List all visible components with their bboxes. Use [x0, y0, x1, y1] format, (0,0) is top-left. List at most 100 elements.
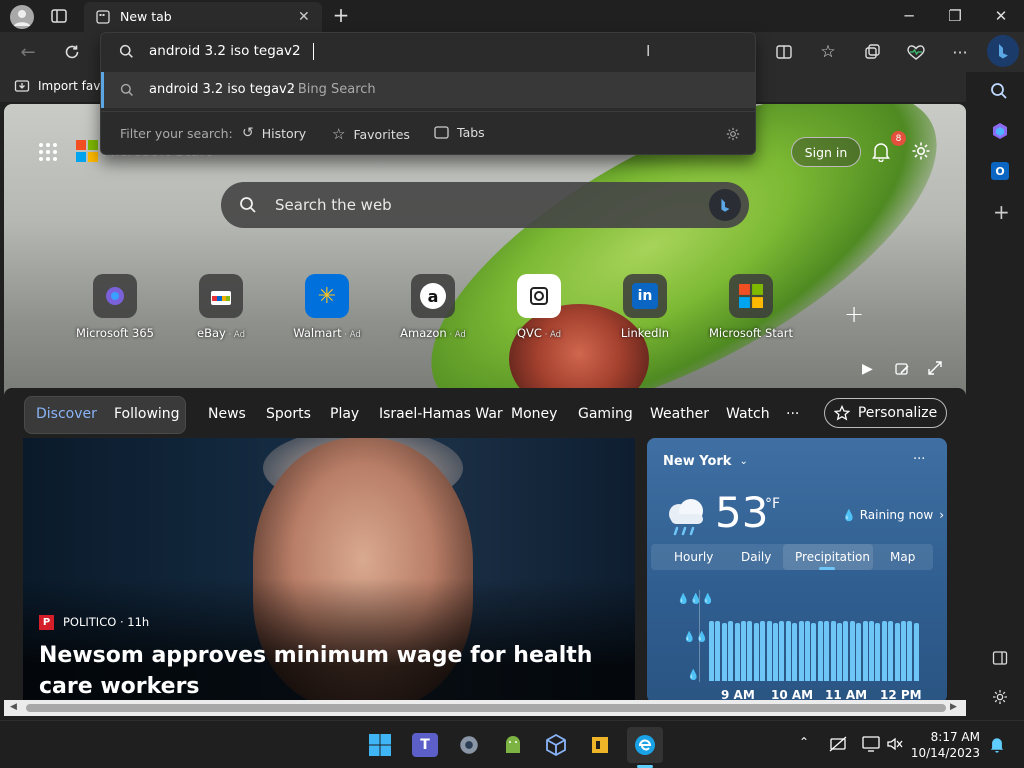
notifications-bell-icon[interactable] — [870, 140, 892, 162]
horizontal-scrollbar[interactable]: ◀ ▶ — [4, 700, 966, 716]
weather-tab-hourly[interactable]: Hourly — [674, 550, 713, 564]
tab-close-icon[interactable]: ✕ — [298, 9, 310, 25]
precip-bar — [856, 623, 862, 681]
sidebar-outlook-icon[interactable]: O — [991, 162, 1009, 180]
app-launcher-icon[interactable] — [38, 142, 58, 162]
teams-app-icon[interactable]: T — [407, 727, 443, 763]
weather-location[interactable]: New York ⌄ — [663, 454, 748, 469]
weather-tab-daily[interactable]: Daily — [741, 550, 771, 564]
display-icon[interactable] — [862, 736, 880, 752]
quicklink-walmart[interactable]: ✳ Walmart · Ad — [272, 274, 382, 344]
nav-news[interactable]: News — [208, 406, 246, 422]
system-clock[interactable]: 8:17 AM 10/14/2023 — [908, 729, 980, 761]
network-icon[interactable] — [829, 736, 847, 752]
quicklink-amazon[interactable]: a Amazon · Ad — [378, 274, 488, 344]
filter-favorites-button[interactable]: ☆ Favorites — [332, 125, 410, 143]
sidebar-copilot-icon[interactable] — [991, 122, 1009, 140]
weather-more-icon[interactable]: ··· — [913, 452, 925, 467]
nav-gaming[interactable]: Gaming — [578, 406, 633, 422]
horizontal-scrollbar-thumb[interactable] — [26, 704, 946, 712]
suggestion-search-icon — [120, 83, 134, 97]
sidebar-settings-icon[interactable] — [991, 688, 1009, 706]
sidebar-search-icon[interactable] — [990, 82, 1008, 100]
scroll-right-icon[interactable]: ▶ — [950, 702, 957, 712]
page-settings-icon[interactable] — [910, 140, 932, 162]
address-input[interactable]: android 3.2 iso tegav2 — [149, 43, 301, 59]
quicklink-qvc[interactable]: QVC · Ad — [484, 274, 594, 344]
add-quicklink-button[interactable]: + — [844, 300, 864, 328]
sidebar-hide-icon[interactable] — [992, 650, 1008, 666]
search-settings-icon[interactable] — [725, 126, 741, 142]
top-story-card[interactable]: P POLITICO · 11h Newsom approves minimum… — [23, 438, 635, 703]
filter-tabs-button[interactable]: Tabs — [434, 125, 485, 140]
new-tab-icon — [96, 10, 110, 24]
import-favorites-link[interactable]: Import favo — [38, 79, 108, 93]
nav-watch[interactable]: Watch — [726, 406, 770, 422]
weather-card[interactable]: New York ⌄ ··· 53 °F 💧 Raining now › Hou… — [647, 438, 947, 703]
story-headline[interactable]: Newsom approves minimum wage for health … — [39, 640, 619, 702]
weather-tab-map[interactable]: Map — [890, 550, 915, 564]
quicklink-microsoft-start[interactable]: Microsoft Start — [696, 274, 806, 344]
tab-title: New tab — [120, 9, 172, 24]
scroll-left-icon[interactable]: ◀ — [10, 702, 17, 712]
android-studio-icon[interactable] — [495, 727, 531, 763]
notification-center-icon[interactable] — [988, 735, 1006, 753]
quicklink-ebay[interactable]: eBay · Ad — [166, 274, 276, 344]
refresh-button[interactable] — [55, 35, 89, 69]
more-menu-icon[interactable]: ··· — [943, 35, 977, 69]
tab-new-tab[interactable]: New tab ✕ — [84, 2, 322, 32]
settings-app-icon[interactable] — [451, 727, 487, 763]
bing-chat-icon[interactable] — [709, 189, 741, 221]
nav-weather[interactable]: Weather — [650, 406, 709, 422]
personalize-button[interactable]: Personalize — [824, 398, 947, 428]
virtualbox-icon[interactable] — [538, 727, 574, 763]
precip-bar — [894, 623, 900, 681]
collections-icon[interactable] — [855, 35, 889, 69]
qvc-icon — [517, 274, 561, 318]
search-suggestion[interactable]: android 3.2 iso tegav2 - Bing Search — [101, 72, 755, 108]
weather-tab-precipitation[interactable]: Precipitation — [795, 550, 870, 564]
sidebar-add-icon[interactable]: + — [993, 200, 1010, 224]
file-explorer-icon[interactable] — [582, 727, 618, 763]
back-button[interactable]: ← — [11, 35, 45, 69]
copilot-icon[interactable] — [987, 35, 1019, 67]
start-button[interactable] — [362, 727, 398, 763]
nav-play[interactable]: Play — [330, 406, 359, 422]
close-window-button[interactable]: ✕ — [978, 0, 1024, 32]
browser-essentials-icon[interactable] — [899, 35, 933, 69]
nav-more-icon[interactable]: ··· — [786, 406, 799, 422]
nav-israel-hamas-war[interactable]: Israel-Hamas War — [379, 406, 503, 422]
nav-money[interactable]: Money — [511, 406, 557, 422]
profile-avatar[interactable] — [10, 5, 34, 29]
suggestion-query: android 3.2 iso tegav2 — [149, 82, 296, 97]
weather-unit[interactable]: °F — [765, 496, 780, 512]
precip-bar — [881, 621, 887, 681]
web-search-box[interactable]: Search the web — [221, 182, 749, 228]
sign-in-button[interactable]: Sign in — [791, 137, 861, 167]
new-tab-button[interactable]: + — [330, 4, 352, 26]
edge-app-icon[interactable] — [627, 727, 663, 763]
nav-sports[interactable]: Sports — [266, 406, 311, 422]
weather-temperature: 53 — [715, 488, 769, 537]
minimize-button[interactable]: ─ — [886, 0, 932, 32]
edit-background-icon[interactable] — [894, 361, 910, 377]
restore-button[interactable]: ❐ — [932, 0, 978, 32]
nav-following[interactable]: Following — [114, 406, 180, 422]
tab-actions-icon[interactable] — [50, 7, 68, 25]
speaker-muted-icon[interactable] — [886, 736, 904, 752]
show-hidden-icons-icon[interactable]: ⌃ — [799, 735, 809, 749]
quicklink-microsoft-365[interactable]: Microsoft 365 — [60, 274, 170, 344]
favorites-icon[interactable]: ☆ — [811, 35, 845, 69]
play-background-icon[interactable]: ▶ — [862, 361, 873, 377]
expand-icon[interactable] — [928, 361, 942, 375]
split-screen-icon[interactable] — [767, 35, 801, 69]
precip-bar — [805, 621, 810, 681]
chevron-down-icon: ⌄ — [739, 456, 748, 467]
new-tab-page: Microsoft Start Sign in 8 Search the web… — [4, 104, 966, 704]
filter-label: Filter your search: — [120, 126, 233, 141]
weather-now-link[interactable]: 💧 Raining now › — [842, 508, 944, 522]
nav-discover[interactable]: Discover — [36, 406, 97, 422]
address-search-icon — [119, 44, 134, 59]
quicklink-linkedin[interactable]: in LinkedIn — [590, 274, 700, 344]
filter-history-button[interactable]: ↺ History — [242, 125, 306, 141]
